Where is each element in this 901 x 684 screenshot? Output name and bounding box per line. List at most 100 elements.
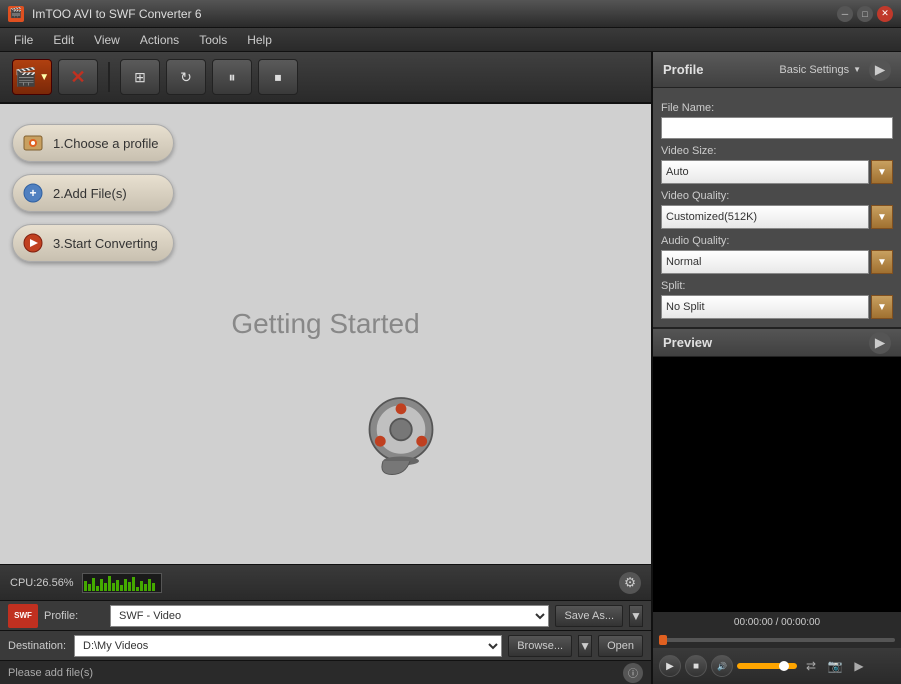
repeat-button[interactable]: ⇄: [801, 656, 821, 676]
video-quality-arrow-icon[interactable]: ▼: [871, 205, 893, 229]
preview-title: Preview: [663, 335, 869, 350]
preview-section: Preview ▶ 00:00:00 / 00:00:00 ▶ ■ 🔊: [653, 327, 901, 684]
menu-edit[interactable]: Edit: [43, 31, 84, 49]
status-message: Please add file(s): [8, 667, 623, 679]
export-button[interactable]: ⊞: [120, 59, 160, 95]
video-size-select[interactable]: Auto 320x240 640x480: [661, 160, 869, 184]
toolbar: 🎬 ▼ ✕ ⊞ ↻ ⏸ ⏹: [0, 52, 651, 104]
volume-slider[interactable]: [737, 663, 797, 669]
save-as-button[interactable]: Save As...: [555, 605, 623, 627]
step-start-converting[interactable]: 3.Start Converting: [12, 224, 174, 262]
preview-header: Preview ▶: [653, 327, 901, 357]
profile-field-label: Profile:: [44, 610, 104, 622]
cpu-bar: [144, 584, 147, 590]
preview-video-area: [653, 357, 901, 612]
info-button[interactable]: ⓘ: [623, 663, 643, 683]
file-name-label: File Name:: [661, 102, 893, 114]
step3-label: 3.Start Converting: [53, 236, 158, 251]
app-title: ImTOO AVI to SWF Converter 6: [32, 7, 829, 21]
getting-started-text: Getting Started: [231, 308, 419, 340]
menu-file[interactable]: File: [4, 31, 43, 49]
video-size-arrow-icon[interactable]: ▼: [871, 160, 893, 184]
separator-1: [108, 62, 110, 92]
preview-controls: ▶ ■ 🔊 ⇄ 📷 ▶: [653, 648, 901, 684]
destination-select[interactable]: D:\My Videos: [74, 635, 502, 657]
cpu-bar: [96, 586, 99, 591]
preview-timeline: 00:00:00 / 00:00:00: [653, 612, 901, 632]
window-controls: ─ □ ✕: [837, 6, 893, 22]
scroll-right-button[interactable]: ▶: [869, 59, 891, 81]
svg-text:+: +: [29, 186, 36, 200]
step2-label: 2.Add File(s): [53, 186, 127, 201]
pause-button[interactable]: ⏸: [212, 59, 252, 95]
profile-section: Profile Basic Settings ▼ ▶ File Name: Vi…: [653, 52, 901, 327]
stop-ctrl-button[interactable]: ■: [685, 655, 707, 677]
open-button[interactable]: Open: [598, 635, 643, 657]
step-add-files[interactable]: + 2.Add File(s): [12, 174, 174, 212]
menu-tools[interactable]: Tools: [189, 31, 237, 49]
snapshot-button[interactable]: 📷: [825, 656, 845, 676]
basic-settings-button[interactable]: Basic Settings ▼: [779, 64, 861, 76]
split-arrow-icon[interactable]: ▼: [871, 295, 893, 319]
cpu-bar: [112, 583, 115, 590]
volume-thumb: [779, 661, 789, 671]
menu-help[interactable]: Help: [237, 31, 282, 49]
remove-button[interactable]: ✕: [58, 59, 98, 95]
file-name-input[interactable]: [661, 117, 893, 139]
menu-actions[interactable]: Actions: [130, 31, 189, 49]
audio-quality-arrow-icon[interactable]: ▼: [871, 250, 893, 274]
step1-label: 1.Choose a profile: [53, 136, 159, 151]
content-area: 1.Choose a profile + 2.Add File(s): [0, 104, 651, 564]
dest-field-label: Destination:: [8, 640, 68, 652]
cpu-bar: [116, 580, 119, 590]
add-file-button[interactable]: 🎬 ▼: [12, 59, 52, 95]
video-size-label: Video Size:: [661, 145, 893, 157]
steps-panel: 1.Choose a profile + 2.Add File(s): [12, 124, 174, 262]
split-label: Split:: [661, 280, 893, 292]
refresh-button[interactable]: ↻: [166, 59, 206, 95]
playback-thumb: [659, 635, 667, 645]
save-arrow-button[interactable]: ▼: [629, 605, 643, 627]
volume-button[interactable]: 🔊: [711, 655, 733, 677]
menu-view[interactable]: View: [84, 31, 130, 49]
audio-quality-select[interactable]: Normal High Low: [661, 250, 869, 274]
destination-row: Destination: D:\My Videos Browse... ▼ Op…: [0, 630, 651, 660]
audio-quality-label: Audio Quality:: [661, 235, 893, 247]
menu-bar: File Edit View Actions Tools Help: [0, 28, 901, 52]
basic-settings-label: Basic Settings: [779, 64, 849, 76]
minimize-button[interactable]: ─: [837, 6, 853, 22]
cpu-bar: [120, 585, 123, 591]
close-button[interactable]: ✕: [877, 6, 893, 22]
stop-button[interactable]: ⏹: [258, 59, 298, 95]
maximize-button[interactable]: □: [857, 6, 873, 22]
browse-button[interactable]: Browse...: [508, 635, 572, 657]
left-panel: 🎬 ▼ ✕ ⊞ ↻ ⏸ ⏹: [0, 52, 651, 684]
split-row: No Split By Size By Time ▼: [661, 295, 893, 319]
video-quality-select[interactable]: Customized(512K) High Medium: [661, 205, 869, 229]
video-quality-row: Customized(512K) High Medium ▼: [661, 205, 893, 229]
video-quality-label: Video Quality:: [661, 190, 893, 202]
settings-content: File Name: Video Size: Auto 320x240 640x…: [653, 88, 901, 327]
cpu-bar: [88, 584, 91, 590]
split-select[interactable]: No Split By Size By Time: [661, 295, 869, 319]
profile-select[interactable]: SWF - Video: [110, 605, 549, 627]
cpu-bar: [136, 587, 139, 591]
playback-slider-row: [653, 632, 901, 648]
profile-header: Profile Basic Settings ▼ ▶: [653, 52, 901, 88]
cpu-label: CPU:26.56%: [10, 577, 74, 589]
step-choose-profile[interactable]: 1.Choose a profile: [12, 124, 174, 162]
browse-arrow-button[interactable]: ▼: [578, 635, 592, 657]
cpu-bar: [104, 583, 107, 591]
cpu-bar: [152, 583, 155, 591]
cpu-bar: [128, 582, 131, 591]
step1-icon: [21, 131, 45, 155]
fullscreen-button[interactable]: ▶: [849, 656, 869, 676]
playback-slider[interactable]: [659, 638, 895, 642]
play-button[interactable]: ▶: [659, 655, 681, 677]
preview-expand-button[interactable]: ▶: [869, 332, 891, 354]
bottom-message-bar: Please add file(s) ⓘ: [0, 660, 651, 684]
title-bar: 🎬 ImTOO AVI to SWF Converter 6 ─ □ ✕: [0, 0, 901, 28]
settings-button[interactable]: ⚙: [619, 572, 641, 594]
profile-section-title: Profile: [663, 62, 779, 77]
cpu-bar: [100, 579, 103, 590]
